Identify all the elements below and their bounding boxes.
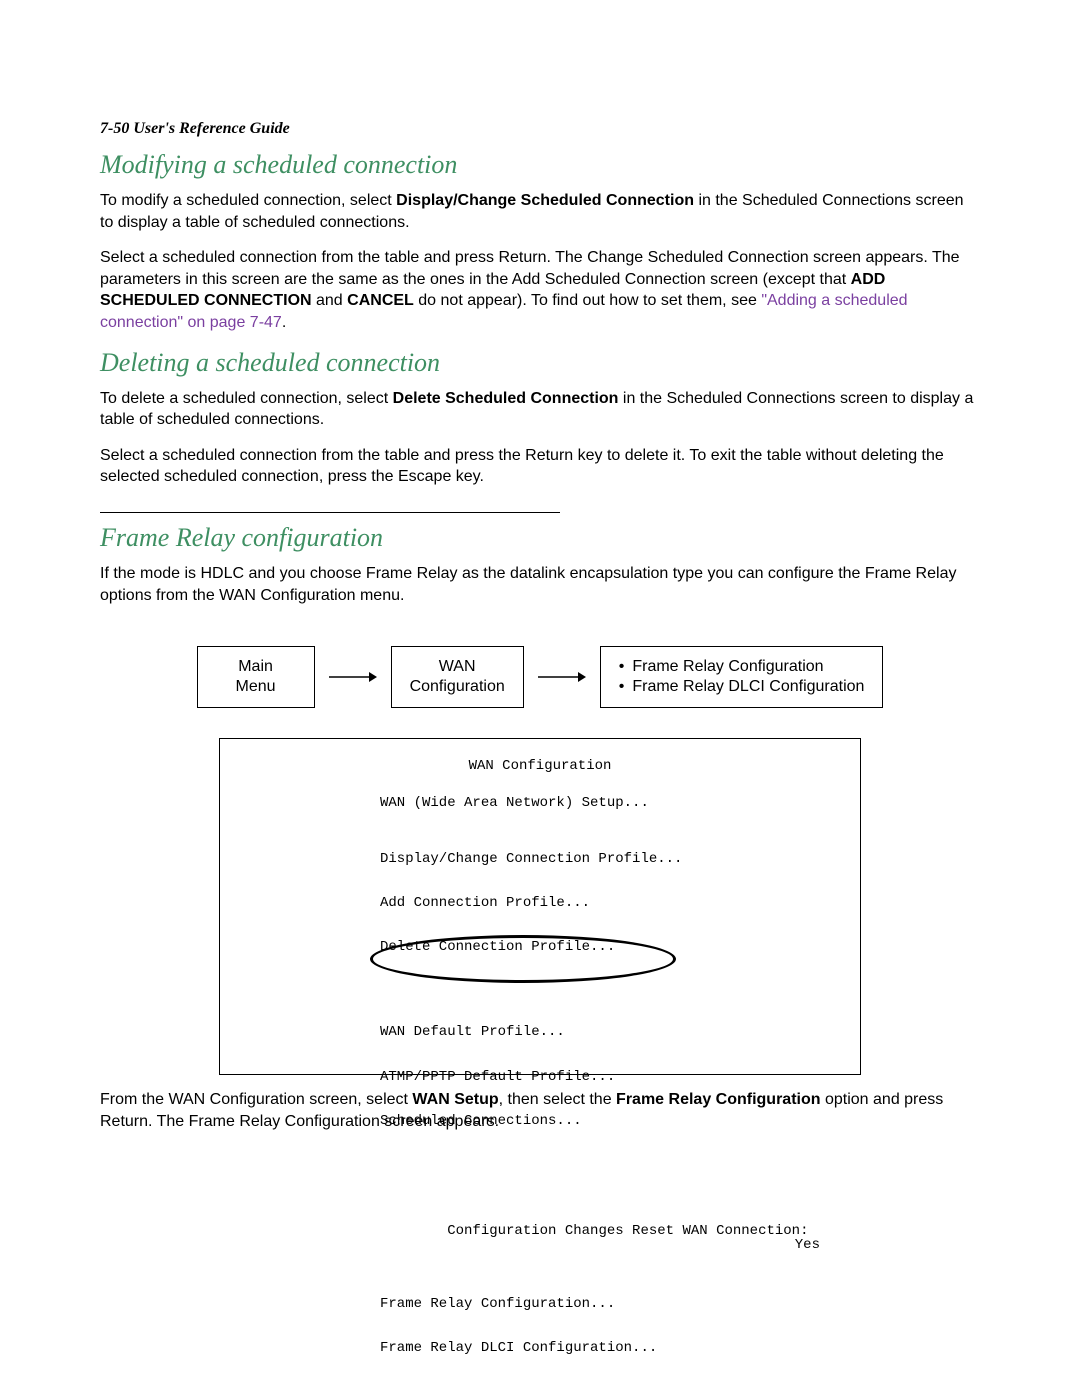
section-title-delete: Deleting a scheduled connection <box>100 348 980 378</box>
menu-path-text: Delete Scheduled Connection <box>393 390 619 407</box>
section-divider <box>100 512 560 513</box>
arrow-right-icon <box>538 670 586 684</box>
terminal-label: Configuration Changes Reset WAN Connecti… <box>447 1223 808 1239</box>
document-page: 7-50 User's Reference Guide Modifying a … <box>0 0 1080 1397</box>
terminal-line: Frame Relay DLCI Configuration... <box>380 1341 860 1356</box>
page-header: 7-50 User's Reference Guide <box>100 120 980 138</box>
paragraph: Select a scheduled connection from the t… <box>100 247 980 333</box>
flow-option-label: Frame Relay Configuration <box>632 657 823 677</box>
paragraph: To modify a scheduled connection, select… <box>100 190 980 233</box>
menu-path-text: Display/Change Scheduled Connection <box>396 192 694 209</box>
terminal-group: Display/Change Connection Profile... Add… <box>380 823 860 985</box>
ui-label-text: CANCEL <box>347 292 414 309</box>
flow-box-line: Configuration <box>410 677 505 697</box>
flow-box-line: WAN <box>410 657 505 677</box>
terminal-title: WAN Configuration <box>220 759 860 774</box>
flow-box-options: • Frame Relay Configuration • Frame Rela… <box>600 646 884 708</box>
terminal-line: WAN (Wide Area Network) Setup... <box>380 796 860 811</box>
terminal-line: Display/Change Connection Profile... <box>380 852 860 867</box>
terminal-line: Scheduled Connections... <box>380 1114 860 1129</box>
flow-box-line: Main <box>216 657 296 677</box>
paragraph: To delete a scheduled connection, select… <box>100 388 980 431</box>
text: do not appear). To find out how to set t… <box>414 292 761 309</box>
paragraph: Select a scheduled connection from the t… <box>100 445 980 488</box>
text: Select a scheduled connection from the t… <box>100 249 960 288</box>
text: To modify a scheduled connection, select <box>100 192 396 209</box>
text: From the WAN Configuration screen, selec… <box>100 1091 412 1108</box>
terminal-group: WAN Default Profile... ATMP/PPTP Default… <box>380 996 860 1158</box>
bullet-icon: • <box>619 677 625 697</box>
text: and <box>312 292 348 309</box>
section-title-modify: Modifying a scheduled connection <box>100 150 980 180</box>
bullet-icon: • <box>619 657 625 677</box>
text: To delete a scheduled connection, select <box>100 390 393 407</box>
flow-option-item: • Frame Relay DLCI Configuration <box>619 677 865 697</box>
terminal-line: Configuration Changes Reset WAN Connecti… <box>380 1209 860 1268</box>
paragraph: If the mode is HDLC and you choose Frame… <box>100 563 980 606</box>
flow-option-item: • Frame Relay Configuration <box>619 657 865 677</box>
terminal-line: Frame Relay Configuration... <box>380 1297 860 1312</box>
terminal-line: ATMP/PPTP Default Profile... <box>380 1070 860 1085</box>
terminal-line: WAN Default Profile... <box>380 1025 860 1040</box>
flow-box-wan-config: WAN Configuration <box>391 646 524 708</box>
flow-box-line: Menu <box>216 677 296 697</box>
flow-option-label: Frame Relay DLCI Configuration <box>632 677 864 697</box>
section-title-frame-relay: Frame Relay configuration <box>100 523 980 553</box>
terminal-line: Delete Connection Profile... <box>380 940 860 955</box>
terminal-group: Configuration Changes Reset WAN Connecti… <box>380 1180 860 1386</box>
menu-flow-diagram: Main Menu WAN Configuration • Frame Rela… <box>100 646 980 708</box>
terminal-line: Add Connection Profile... <box>380 896 860 911</box>
text: . <box>282 314 286 331</box>
terminal-value: Yes <box>795 1238 820 1253</box>
arrow-right-icon <box>329 670 377 684</box>
flow-box-main-menu: Main Menu <box>197 646 315 708</box>
terminal-screenshot: WAN Configuration WAN (Wide Area Network… <box>219 738 861 1075</box>
